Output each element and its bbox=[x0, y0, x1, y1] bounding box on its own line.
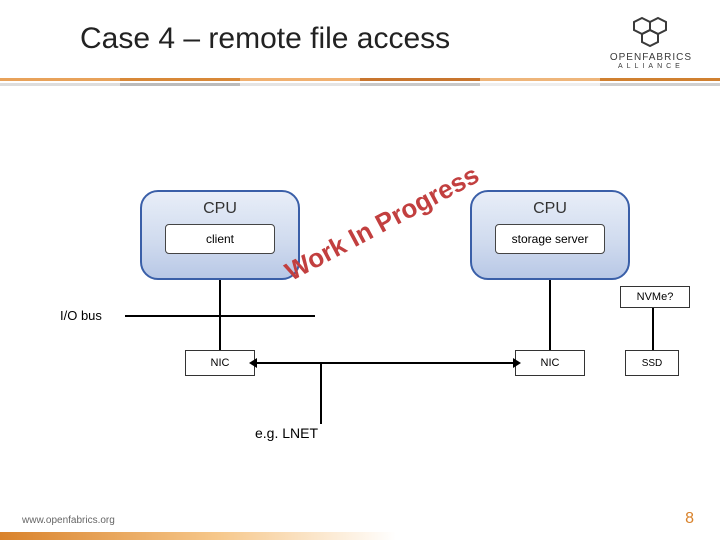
nvme-line bbox=[652, 308, 654, 350]
logo-sub: ALLIANCE bbox=[610, 63, 692, 70]
nvme-box: NVMe? bbox=[620, 286, 690, 308]
logo-name: OPENFABRICS bbox=[610, 52, 692, 63]
right-bus-line bbox=[549, 280, 551, 350]
network-link-arrow bbox=[255, 362, 515, 364]
nic-left: NIC bbox=[185, 350, 255, 376]
architecture-diagram: CPU client CPU storage server I/O bus NI… bbox=[0, 150, 720, 470]
footer-url: www.openfabrics.org bbox=[22, 515, 115, 526]
page-title: Case 4 – remote file access bbox=[80, 22, 450, 56]
nic-right: NIC bbox=[515, 350, 585, 376]
network-label-lead bbox=[320, 364, 322, 424]
decorative-band bbox=[0, 78, 720, 110]
page-number: 8 bbox=[685, 510, 694, 528]
work-in-progress-overlay: Work In Progress bbox=[280, 159, 484, 287]
cpu-label-right: CPU bbox=[472, 200, 628, 218]
hex-logo-icon bbox=[628, 16, 674, 50]
storage-server-box: storage server bbox=[495, 224, 605, 254]
client-box: client bbox=[165, 224, 275, 254]
io-bus-label: I/O bus bbox=[60, 308, 102, 323]
io-bus-line bbox=[125, 315, 315, 317]
cpu-label-left: CPU bbox=[142, 200, 298, 218]
logo: OPENFABRICS ALLIANCE bbox=[610, 16, 692, 70]
right-cpu-block: CPU storage server bbox=[470, 190, 630, 280]
ssd-box: SSD bbox=[625, 350, 679, 376]
slide: Case 4 – remote file access OPENFABRICS … bbox=[0, 0, 720, 540]
footer-gradient bbox=[0, 532, 720, 540]
left-cpu-block: CPU client bbox=[140, 190, 300, 280]
network-label: e.g. LNET bbox=[255, 425, 318, 441]
